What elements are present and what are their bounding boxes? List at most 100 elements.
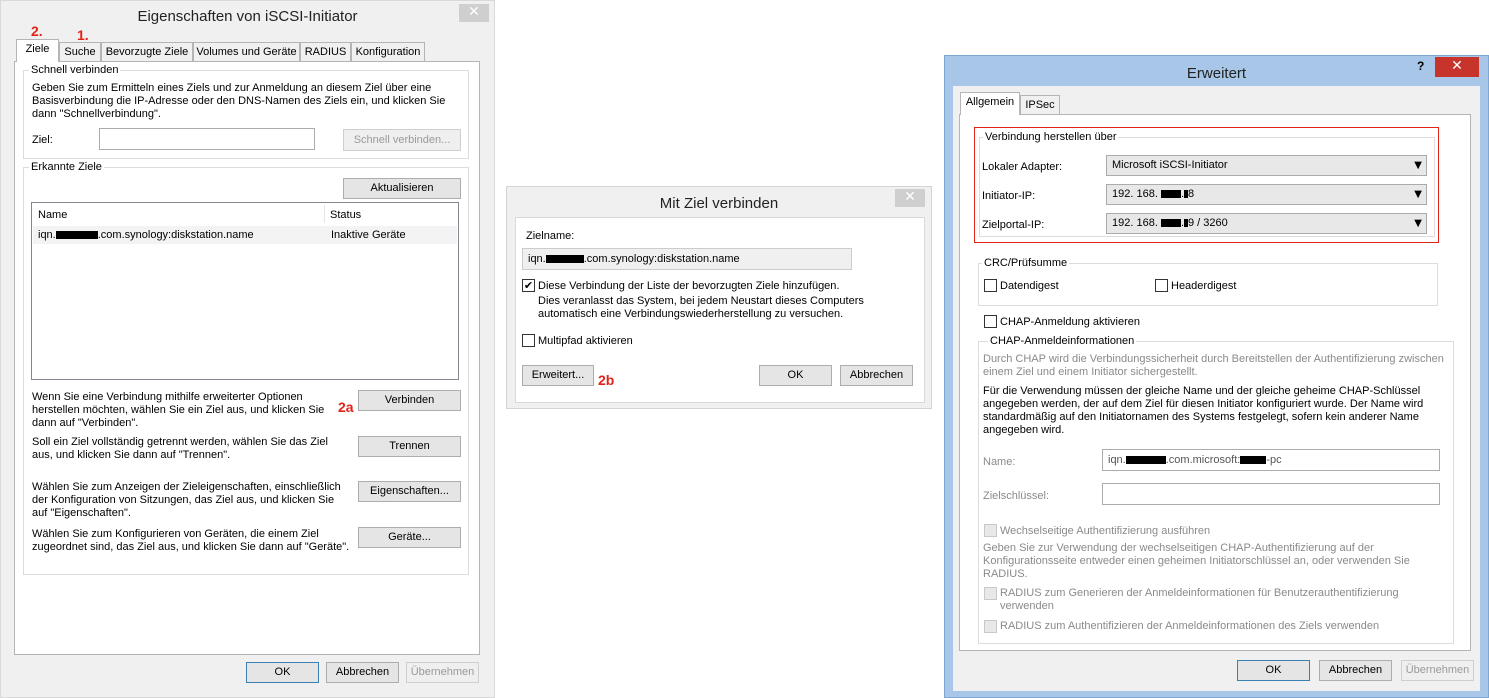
quick-connect-button[interactable]: Schnell verbinden... <box>343 129 461 151</box>
targets-list[interactable]: Name Status iqn. .com.synology:diskstatio… <box>31 202 459 380</box>
tab-ziele[interactable]: Ziele <box>16 39 59 62</box>
redaction-bar <box>1160 219 1181 228</box>
favorites-desc-2: automatisch eine Verbindungswiederherste… <box>538 308 844 320</box>
chap-info-title: CHAP-Anmeldeinformationen <box>988 335 1137 347</box>
crc-title: CRC/Prüfsumme <box>982 257 1070 269</box>
mutual-desc-3: RADIUS. <box>983 568 1028 580</box>
annotation-2b: 2b <box>598 372 615 388</box>
secret-input[interactable] <box>1102 483 1440 505</box>
row-name: iqn. .com.synology:diskstation.name <box>38 229 254 241</box>
close-icon[interactable]: ✕ <box>895 189 925 207</box>
tab-radius[interactable]: RADIUS <box>300 42 351 62</box>
cancel-button[interactable]: Abbrechen <box>840 365 913 386</box>
mutual-auth-label[interactable]: Wechselseitige Authentifizierung ausführ… <box>1000 525 1210 538</box>
radius-generate-label-1[interactable]: RADIUS zum Generieren der Anmeldeinforma… <box>1000 587 1399 600</box>
data-digest-label[interactable]: Datendigest <box>1000 280 1059 293</box>
multipath-checkbox[interactable] <box>522 334 535 347</box>
devices-button[interactable]: Geräte... <box>358 527 461 548</box>
apply-button[interactable]: Übernehmen <box>1401 660 1474 681</box>
properties-desc-2: der Konfiguration von Sitzungen, das Zie… <box>32 494 335 506</box>
disconnect-desc-2: aus, und klicken Sie dann auf "Trennen". <box>32 449 231 461</box>
redaction-bar <box>1240 456 1267 465</box>
column-status[interactable]: Status <box>330 209 361 221</box>
mutual-desc-1: Geben Sie zur Verwendung der wechselseit… <box>983 542 1374 554</box>
radius-generate-label-2: verwenden <box>1000 600 1054 612</box>
dialog-content: Zielname: iqn. .com.synology:diskstation.… <box>515 217 925 403</box>
annotation-1: 1. <box>77 27 89 43</box>
adapter-select[interactable]: Microsoft iSCSI-Initiator ▼ <box>1106 155 1427 176</box>
favorites-desc-1: Dies veranlasst das System, bei jedem Ne… <box>538 295 864 307</box>
redaction-bar <box>1125 456 1166 465</box>
ok-button[interactable]: OK <box>246 662 319 683</box>
chap-enable-checkbox[interactable] <box>984 315 997 328</box>
quick-connect-desc-2: Basisverbindung die IP-Adresse oder den … <box>32 95 446 107</box>
initiator-ip-label: Initiator-IP: <box>982 190 1036 202</box>
quick-connect-desc-3: dann "Schnellverbindung". <box>32 108 161 120</box>
devices-desc-2: zugeordnet sind, das Ziel aus, und klick… <box>32 541 350 553</box>
tab-suche[interactable]: Suche <box>59 42 101 62</box>
refresh-button[interactable]: Aktualisieren <box>343 178 461 199</box>
radius-auth-label[interactable]: RADIUS zum Authentifizieren der Anmeldei… <box>1000 620 1379 633</box>
disconnect-desc-1: Soll ein Ziel vollständig getrennt werde… <box>32 436 328 448</box>
iscsi-properties-window: Eigenschaften von iSCSI-Initiator ✕ 2. 1… <box>0 0 495 698</box>
close-icon[interactable]: ✕ <box>459 4 489 22</box>
chap-enable-label[interactable]: CHAP-Anmeldung aktivieren <box>1000 316 1140 329</box>
redaction-bar <box>1160 190 1181 199</box>
connect-desc-2: herstellen möchten, wählen Sie ein Ziel … <box>32 404 325 416</box>
chap-desc-4: angegeben werden, der auf dem Ziel für d… <box>983 398 1424 410</box>
header-digest-label[interactable]: Headerdigest <box>1171 280 1236 293</box>
portal-ip-label: Zielportal-IP: <box>982 219 1045 231</box>
annotation-2: 2. <box>31 23 43 39</box>
chevron-down-icon: ▼ <box>1414 189 1422 200</box>
devices-desc-1: Wählen Sie zum Konfigurieren von Geräten… <box>32 528 319 540</box>
ok-button[interactable]: OK <box>759 365 832 386</box>
chap-desc-6: angegeben wird. <box>983 424 1065 436</box>
table-row[interactable]: iqn. .com.synology:diskstation.name Inakt… <box>33 226 457 244</box>
properties-button[interactable]: Eigenschaften... <box>358 481 461 502</box>
properties-desc-1: Wählen Sie zum Anzeigen der Zieleigensch… <box>32 481 341 493</box>
tab-bevorzugte-ziele[interactable]: Bevorzugte Ziele <box>101 42 193 62</box>
window-title: Eigenschaften von iSCSI-Initiator <box>137 8 358 25</box>
radius-generate-checkbox[interactable] <box>984 587 997 600</box>
close-icon[interactable]: ✕ <box>1435 57 1479 77</box>
help-icon[interactable]: ? <box>1417 59 1424 73</box>
properties-desc-3: auf "Eigenschaften". <box>32 507 131 519</box>
mutual-auth-checkbox[interactable] <box>984 524 997 537</box>
chap-name-input[interactable]: iqn. .com.microsoft: -pc <box>1102 449 1440 471</box>
data-digest-checkbox[interactable] <box>984 279 997 292</box>
target-name-field: iqn. .com.synology:diskstation.name <box>522 248 852 270</box>
header-digest-checkbox[interactable] <box>1155 279 1168 292</box>
advanced-settings-window: Erweitert ? ✕ Allgemein IPSec Verbindung… <box>944 55 1489 698</box>
chap-desc-1: Durch CHAP wird die Verbindungssicherhei… <box>983 353 1444 365</box>
cancel-button[interactable]: Abbrechen <box>1319 660 1392 681</box>
tab-panel-ziele: Schnell verbinden Geben Sie zum Ermittel… <box>14 61 480 655</box>
favorites-label[interactable]: Diese Verbindung der Liste der bevorzugt… <box>538 280 839 293</box>
tab-volumes-und-geraete[interactable]: Volumes und Geräte <box>193 42 300 62</box>
connect-desc-3: dann auf "Verbinden". <box>32 417 139 429</box>
chevron-down-icon: ▼ <box>1414 160 1422 171</box>
tab-ipsec[interactable]: IPSec <box>1020 95 1060 115</box>
column-name[interactable]: Name <box>38 209 67 221</box>
connect-button[interactable]: Verbinden <box>358 390 461 411</box>
tab-allgemein[interactable]: Allgemein <box>960 92 1020 115</box>
adapter-label: Lokaler Adapter: <box>982 161 1063 173</box>
portal-ip-select[interactable]: 192. 168. .9 / 3260 ▼ <box>1106 213 1427 234</box>
connect-to-target-window: Mit Ziel verbinden ✕ Zielname: iqn. .com.… <box>506 186 932 409</box>
apply-button[interactable]: Übernehmen <box>406 662 479 683</box>
multipath-label[interactable]: Multipfad aktivieren <box>538 335 633 348</box>
disconnect-button[interactable]: Trennen <box>358 436 461 457</box>
connect-desc-1: Wenn Sie eine Verbindung mithilfe erweit… <box>32 391 303 403</box>
chap-desc-3: Für die Verwendung müssen der gleiche Na… <box>983 385 1421 397</box>
tab-panel-allgemein: Verbindung herstellen über Lokaler Adapt… <box>959 114 1471 651</box>
initiator-ip-select[interactable]: 192. 168. . 8 ▼ <box>1106 184 1427 205</box>
dialog-body: Allgemein IPSec Verbindung herstellen üb… <box>953 86 1480 691</box>
chap-desc-5: standardmäßig auf den Initiatornamen des… <box>983 411 1419 423</box>
cancel-button[interactable]: Abbrechen <box>326 662 399 683</box>
target-input[interactable] <box>99 128 315 150</box>
ok-button[interactable]: OK <box>1237 660 1310 681</box>
connect-via-title: Verbindung herstellen über <box>983 131 1119 143</box>
favorites-checkbox[interactable]: ✔ <box>522 279 535 292</box>
tab-konfiguration[interactable]: Konfiguration <box>351 42 425 62</box>
radius-auth-checkbox[interactable] <box>984 620 997 633</box>
advanced-button[interactable]: Erweitert... <box>522 365 594 386</box>
